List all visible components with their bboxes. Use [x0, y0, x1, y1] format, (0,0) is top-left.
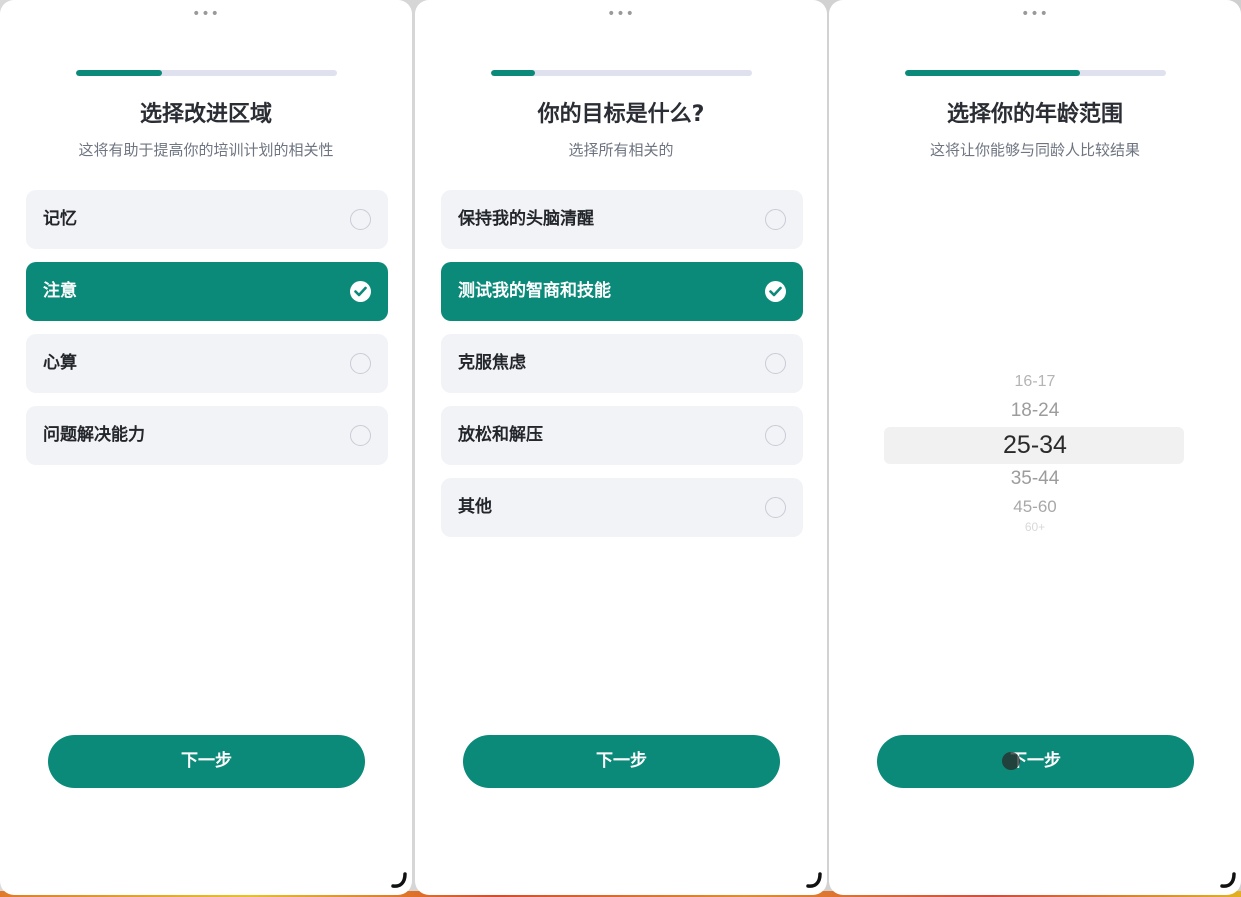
radio-icon: [765, 425, 786, 446]
option-item[interactable]: 其他: [441, 478, 803, 537]
age-option[interactable]: 16-17: [829, 373, 1241, 391]
page-title: 选择你的年龄范围: [946, 102, 1123, 127]
age-option-selected[interactable]: 25-34: [829, 431, 1241, 460]
resize-corner-icon: [391, 872, 407, 888]
radio-icon: [765, 497, 786, 518]
radio-icon: [765, 209, 786, 230]
checkmark-icon: [350, 281, 371, 302]
option-label: 保持我的头脑清醒: [458, 209, 594, 229]
option-item[interactable]: 问题解决能力: [26, 406, 388, 465]
option-label: 记忆: [43, 209, 77, 229]
resize-corner-icon: [806, 872, 822, 888]
option-item[interactable]: 心算: [26, 334, 388, 393]
age-picker[interactable]: 16-17 18-24 25-34 35-44 45-60 60+: [829, 370, 1241, 540]
option-list: 保持我的头脑清醒 测试我的智商和技能 克服焦虑 放松和解压 其他: [441, 190, 803, 550]
radio-icon: [350, 209, 371, 230]
option-label: 测试我的智商和技能: [458, 281, 611, 301]
screen-age-range: ••• 选择你的年龄范围 这将让你能够与同龄人比较结果 16-17 18-24 …: [829, 0, 1241, 895]
radio-icon: [350, 425, 371, 446]
page-subtitle: 这将让你能够与同龄人比较结果: [929, 141, 1140, 159]
option-item-selected[interactable]: 测试我的智商和技能: [441, 262, 803, 321]
option-item-selected[interactable]: 注意: [26, 262, 388, 321]
age-option[interactable]: 60+: [829, 520, 1241, 534]
progress-fill: [905, 70, 1080, 76]
option-item[interactable]: 保持我的头脑清醒: [441, 190, 803, 249]
progress-fill: [76, 70, 163, 76]
page-title: 你的目标是什么?: [537, 102, 705, 127]
next-button[interactable]: 下一步: [463, 735, 780, 788]
age-option[interactable]: 18-24: [829, 400, 1241, 422]
option-label: 心算: [43, 353, 77, 373]
touch-cursor: [1002, 752, 1020, 770]
next-button[interactable]: 下一步: [877, 735, 1194, 788]
option-label: 其他: [458, 497, 492, 517]
progress-bar: [491, 70, 752, 76]
option-label: 克服焦虑: [458, 353, 526, 373]
radio-icon: [765, 353, 786, 374]
sheet-grabber[interactable]: •••: [415, 7, 827, 21]
sheet-grabber[interactable]: •••: [829, 7, 1241, 21]
option-item[interactable]: 记忆: [26, 190, 388, 249]
progress-bar: [76, 70, 337, 76]
option-item[interactable]: 放松和解压: [441, 406, 803, 465]
radio-icon: [350, 353, 371, 374]
option-list: 记忆 注意 心算 问题解决能力: [26, 190, 388, 478]
option-label: 放松和解压: [458, 425, 543, 445]
page-subtitle: 这将有助于提高你的培训计划的相关性: [78, 141, 334, 159]
option-item[interactable]: 克服焦虑: [441, 334, 803, 393]
resize-corner-icon: [1220, 872, 1236, 888]
screen-improvement-area: ••• 选择改进区域 这将有助于提高你的培训计划的相关性 记忆 注意 心算 问题…: [0, 0, 412, 895]
option-label: 问题解决能力: [43, 425, 145, 445]
checkmark-icon: [765, 281, 786, 302]
progress-fill: [491, 70, 536, 76]
age-option[interactable]: 45-60: [829, 497, 1241, 517]
next-button[interactable]: 下一步: [48, 735, 365, 788]
progress-bar: [905, 70, 1166, 76]
screen-goals: ••• 你的目标是什么? 选择所有相关的 保持我的头脑清醒 测试我的智商和技能 …: [415, 0, 827, 895]
page-subtitle: 选择所有相关的: [568, 141, 674, 159]
option-label: 注意: [43, 281, 77, 301]
sheet-grabber[interactable]: •••: [0, 7, 412, 21]
page-title: 选择改进区域: [139, 102, 272, 127]
age-option[interactable]: 35-44: [829, 468, 1241, 490]
